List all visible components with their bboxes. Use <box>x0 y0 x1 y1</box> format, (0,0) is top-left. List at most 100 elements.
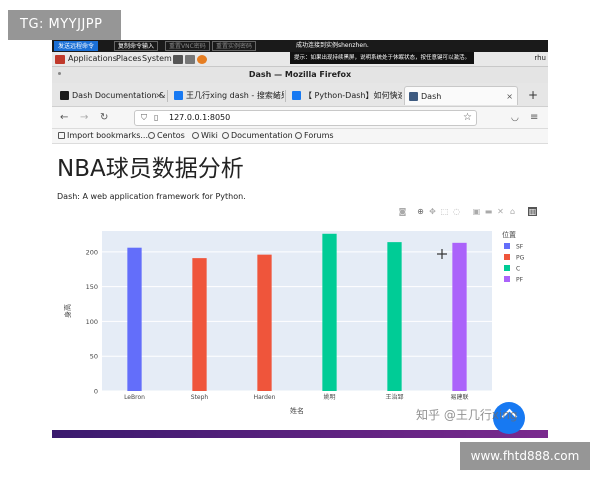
pan-icon[interactable]: ✥ <box>428 207 437 216</box>
close-icon[interactable]: × <box>506 87 513 105</box>
tab-label: 王几行xing dash - 搜索结果 <box>186 91 284 100</box>
y-tick-label: 150 <box>86 283 98 291</box>
box-select-icon[interactable]: ⬚ <box>440 207 449 216</box>
screenshot: TG: MYYJJPP www.fhtd888.com 发送远程命令 复制命令输… <box>0 0 600 480</box>
bookmark-star-icon[interactable]: ☆ <box>463 112 472 123</box>
reset-vnc-password-button[interactable]: 重置VNC密码 <box>165 41 210 51</box>
vnc-hint: 提示：如果出现持续黑屏，说明系统处于休眠状态，按任意键可以激活。 <box>290 52 475 64</box>
bookmarks-toolbar: Import bookmarks... Centos Wiki Document… <box>52 129 548 144</box>
legend-label[interactable]: SF <box>516 244 524 251</box>
y-axis-label: 身高 <box>63 304 72 318</box>
close-icon[interactable]: × <box>391 86 398 105</box>
dash-doc-icon <box>60 91 69 100</box>
tab-separator <box>167 90 168 102</box>
menu-places[interactable]: Places <box>116 54 141 63</box>
tab-label: Dash Documentation & U <box>72 91 166 100</box>
page-subtitle: Dash: A web application framework for Py… <box>57 192 246 201</box>
window-menu-icon[interactable] <box>58 72 61 75</box>
lasso-icon[interactable]: ◌ <box>452 207 461 216</box>
firefox-icon[interactable] <box>197 55 207 64</box>
x-tick-label: 姚明 <box>323 393 335 401</box>
tab-dash-documentation[interactable]: Dash Documentation & U × <box>56 86 166 105</box>
url-text[interactable]: 127.0.0.1:8050 <box>169 113 230 122</box>
x-tick-label: Steph <box>191 394 209 401</box>
bookmark-wiki[interactable]: Wiki <box>192 131 218 140</box>
x-axis-ticks: LeBron Steph Harden 姚明 王治郅 易建联 <box>124 393 468 401</box>
watermark-bottom: www.fhtd888.com <box>460 442 590 470</box>
close-icon[interactable]: × <box>155 86 162 105</box>
menu-icon[interactable]: ≡ <box>530 111 538 125</box>
x-tick-label: 王治郅 <box>385 393 403 401</box>
bookmark-centos[interactable]: Centos <box>148 131 185 140</box>
user-menu[interactable]: rhu <box>534 54 546 62</box>
back-icon[interactable]: ← <box>60 111 68 125</box>
page-title: NBA球员数据分析 <box>57 156 244 182</box>
globe-icon <box>192 132 199 139</box>
bookmark-documentation[interactable]: Documentation <box>222 131 293 140</box>
bookmark-forums[interactable]: Forums <box>295 131 334 140</box>
bar-sf[interactable] <box>127 247 142 391</box>
new-tab-icon[interactable]: + <box>528 88 538 102</box>
menu-applications[interactable]: Applications <box>68 54 117 63</box>
forward-icon[interactable]: → <box>80 111 88 125</box>
globe-icon <box>295 132 302 139</box>
text-editor-icon[interactable] <box>185 55 195 64</box>
legend-swatch[interactable] <box>504 265 510 271</box>
menu-system[interactable]: System <box>142 54 172 63</box>
legend-label[interactable]: C <box>516 266 520 273</box>
gnome-foot-icon[interactable] <box>55 55 65 64</box>
globe-icon <box>148 132 155 139</box>
watermark-top: TG: MYYJJPP <box>8 10 121 40</box>
taskbar-strip <box>52 430 548 438</box>
tab-strip: Dash Documentation & U × 王几行xing dash - … <box>52 83 548 107</box>
reload-icon[interactable]: ↻ <box>100 111 108 125</box>
import-icon <box>58 132 65 139</box>
y-axis-ticks: 0 50 100 150 200 <box>86 248 98 395</box>
bookmark-import[interactable]: Import bookmarks... <box>58 131 148 140</box>
y-tick-label: 0 <box>94 388 98 396</box>
autoscale-icon[interactable]: ✕ <box>496 207 505 216</box>
bar-c[interactable] <box>322 233 337 391</box>
y-tick-label: 50 <box>90 353 98 361</box>
remote-desktop-screen: 发送远程命令 复制命令输入 重置VNC密码 重置实例密码 成功连接到实例shen… <box>52 40 548 438</box>
legend-swatch[interactable] <box>504 254 510 260</box>
send-remote-command-button[interactable]: 发送远程命令 <box>54 41 99 51</box>
x-tick-label: 易建联 <box>450 393 468 401</box>
page-info-icon[interactable]: ▯ <box>154 113 158 122</box>
globe-icon <box>222 132 229 139</box>
plotly-logo-icon[interactable]: ▥ <box>528 207 537 216</box>
shield-icon[interactable]: ⛉ <box>141 113 147 123</box>
close-icon[interactable]: × <box>273 86 280 105</box>
copy-command-button[interactable]: 复制命令输入 <box>114 41 159 51</box>
url-bar[interactable]: ⛉ ▯ 127.0.0.1:8050 ☆ <box>134 110 477 126</box>
tab-python-dash-article[interactable]: 【 Python-Dash】如何快速 × <box>288 86 402 105</box>
bar-pg[interactable] <box>192 258 207 391</box>
tab-dash[interactable]: Dash × <box>404 86 518 105</box>
vnc-toolbar: 发送远程命令 复制命令输入 重置VNC密码 重置实例密码 成功连接到实例shen… <box>52 40 548 52</box>
legend-swatch[interactable] <box>504 243 510 249</box>
bar-c[interactable] <box>387 242 402 391</box>
x-tick-label: LeBron <box>124 394 145 401</box>
tab-label: Dash <box>421 92 442 101</box>
zoom-in-icon[interactable]: ▣ <box>472 207 481 216</box>
legend-label[interactable]: PG <box>516 255 525 262</box>
x-axis-label: 姓名 <box>290 406 304 415</box>
reset-axes-icon[interactable]: ⌂ <box>508 207 517 216</box>
bar-pg[interactable] <box>257 254 272 391</box>
zoom-icon[interactable]: ⊕ <box>416 207 425 216</box>
tab-zhihu-search[interactable]: 王几行xing dash - 搜索结果 × <box>170 86 284 105</box>
legend-swatch[interactable] <box>504 276 510 282</box>
legend-title: 位置 <box>502 230 516 239</box>
pocket-icon[interactable]: ◡ <box>511 111 519 125</box>
zoom-out-icon[interactable]: ▬ <box>484 207 493 216</box>
camera-icon[interactable]: ◙ <box>398 207 407 216</box>
reset-instance-password-button[interactable]: 重置实例密码 <box>212 41 257 51</box>
terminal-icon[interactable] <box>173 55 183 64</box>
tab-label: 【 Python-Dash】如何快速 <box>304 91 402 100</box>
plot-area <box>102 231 492 391</box>
window-title-text: Dash — Mozilla Firefox <box>248 70 352 79</box>
bar-pf[interactable] <box>452 242 467 391</box>
vnc-status: 成功连接到实例shenzhen. <box>296 42 369 49</box>
legend-label[interactable]: PF <box>516 277 524 284</box>
zhihu-icon <box>174 91 183 100</box>
